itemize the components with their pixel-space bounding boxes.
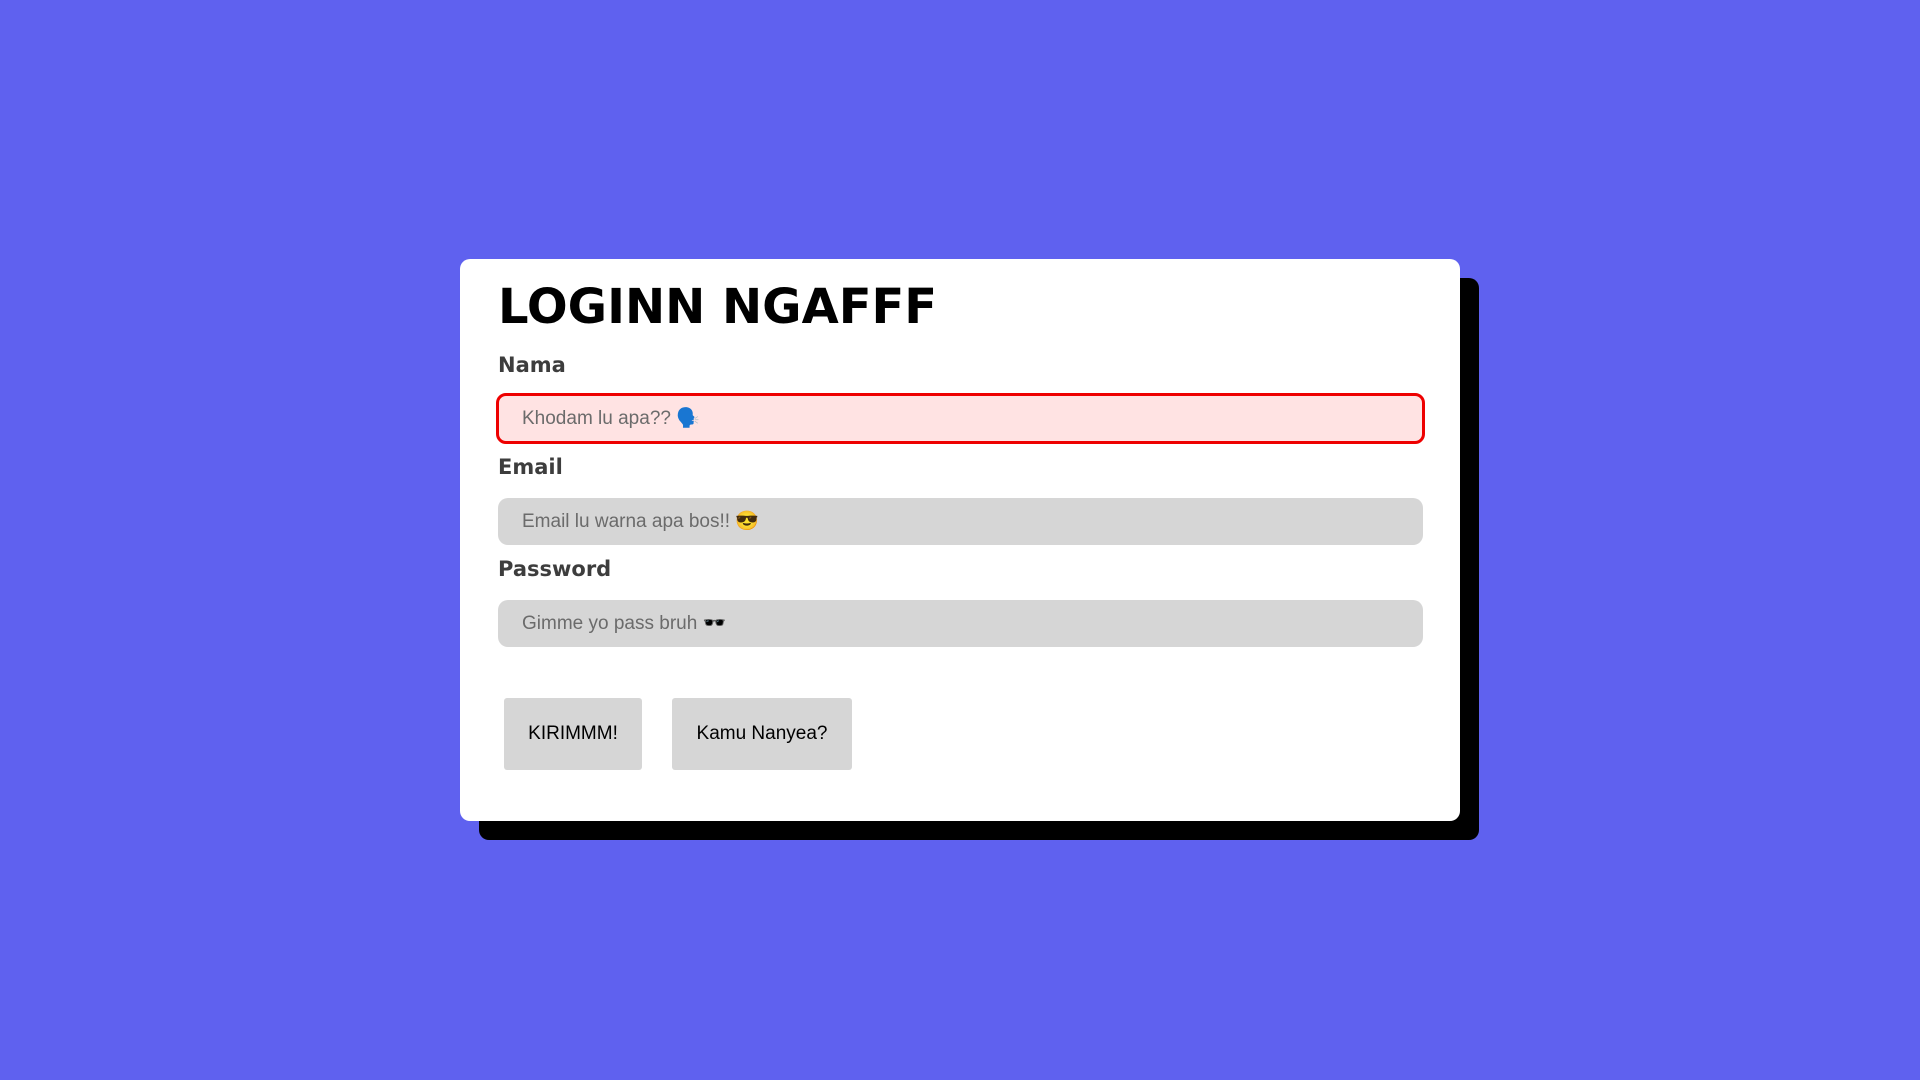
password-input[interactable] (498, 600, 1423, 647)
ask-button[interactable]: Kamu Nanyea? (672, 698, 852, 770)
email-input[interactable] (498, 498, 1423, 545)
form-title: LOGINN NGAFFF (498, 279, 938, 335)
login-card: LOGINN NGAFFF Nama Email Password KIRIMM… (460, 259, 1460, 821)
nama-label: Nama (498, 353, 566, 377)
password-label: Password (498, 557, 612, 581)
nama-input[interactable] (496, 393, 1425, 444)
email-label: Email (498, 455, 563, 479)
submit-button[interactable]: KIRIMMM! (504, 698, 642, 770)
